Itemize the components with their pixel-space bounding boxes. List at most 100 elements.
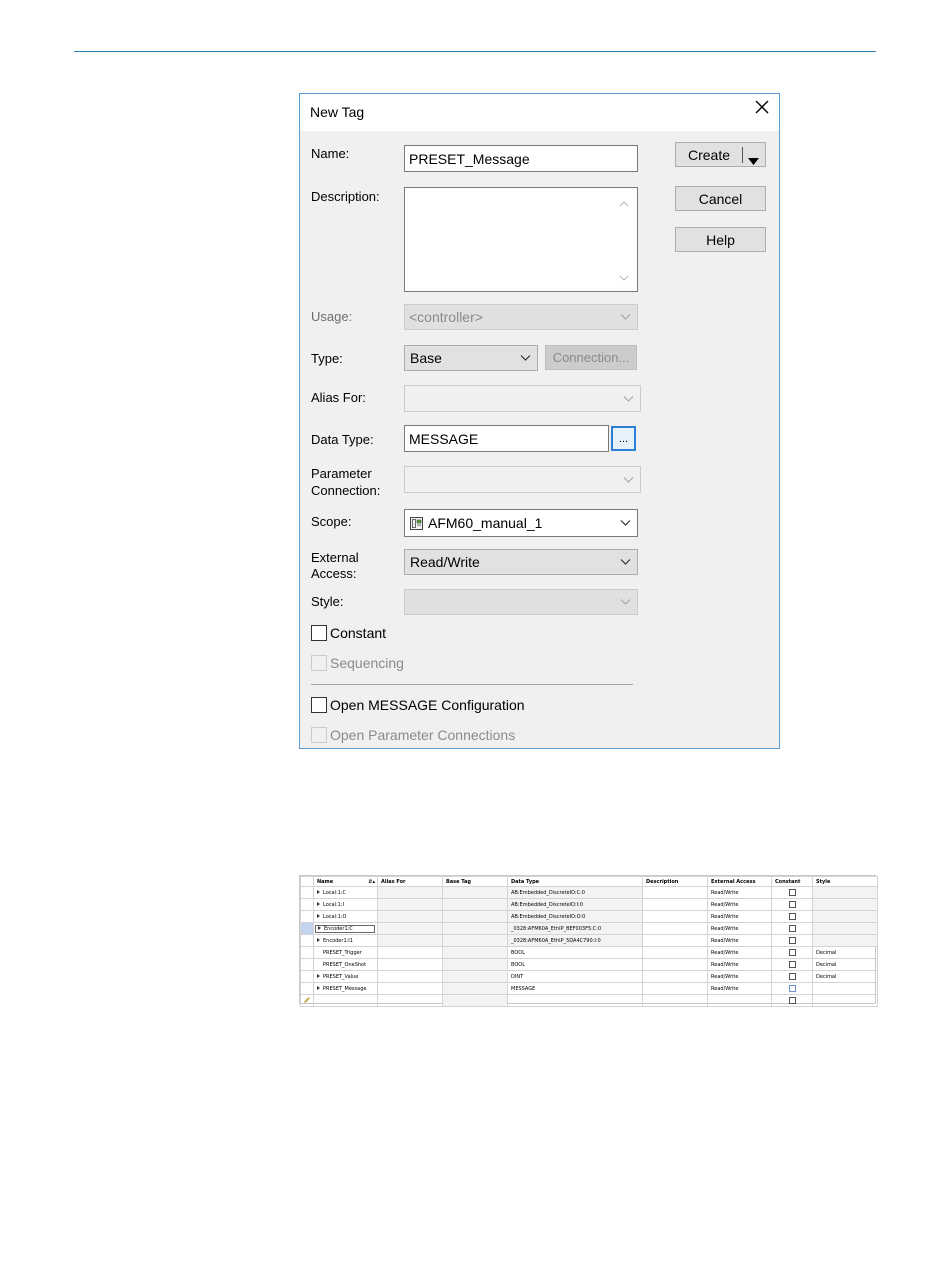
open-param-checkbox-box[interactable] bbox=[311, 727, 327, 743]
cell-data-type[interactable]: AB:Embedded_DiscreteIO:O:0 bbox=[507, 910, 643, 923]
cell-external-access[interactable]: Read/Write bbox=[707, 970, 772, 983]
table-row[interactable]: Encoder1:C _0328:AFM60A_EthIP_BEF003F5:C:… bbox=[300, 922, 878, 935]
cell-constant[interactable] bbox=[771, 934, 813, 947]
cell-name[interactable]: PRESET_Message bbox=[313, 982, 378, 995]
table-row[interactable]: Local:1:O AB:Embedded_DiscreteIO:O:0 Read/… bbox=[300, 910, 878, 923]
column-header-constant[interactable]: Constant bbox=[771, 876, 813, 887]
cancel-button[interactable]: Cancel bbox=[675, 186, 766, 211]
cell-base-tag[interactable] bbox=[442, 934, 508, 947]
scroll-down-icon[interactable] bbox=[619, 269, 629, 285]
cell-style[interactable]: Decimal bbox=[812, 946, 878, 959]
cell-data-type[interactable]: MESSAGE bbox=[507, 982, 643, 995]
cell-name[interactable]: Local:1:I bbox=[313, 898, 378, 911]
expand-arrow-icon[interactable] bbox=[317, 974, 320, 978]
cell-constant[interactable] bbox=[771, 910, 813, 923]
cell-description[interactable] bbox=[642, 934, 708, 947]
column-header-base-tag[interactable]: Base Tag bbox=[442, 876, 508, 887]
cell-base-tag[interactable] bbox=[442, 970, 508, 983]
usage-select[interactable]: <controller> bbox=[404, 304, 638, 330]
row-selector[interactable] bbox=[300, 982, 314, 995]
constant-checkbox[interactable] bbox=[789, 901, 796, 908]
data-type-browse-button[interactable]: ... bbox=[611, 426, 636, 451]
cell-name[interactable]: PRESET_Value bbox=[313, 970, 378, 983]
cell-style[interactable] bbox=[812, 886, 878, 899]
expand-arrow-icon[interactable] bbox=[317, 914, 320, 918]
table-row[interactable]: Encoder1:I1 _0328:AFM60A_EthIP_5DA4C790:I… bbox=[300, 934, 878, 947]
cell-alias-for[interactable] bbox=[377, 946, 443, 959]
constant-checkbox[interactable] bbox=[789, 997, 796, 1004]
expand-arrow-icon[interactable] bbox=[317, 902, 320, 906]
cell-name[interactable]: Encoder1:C bbox=[313, 922, 378, 935]
constant-checkbox[interactable] bbox=[789, 889, 796, 896]
new-row-marker[interactable] bbox=[300, 994, 314, 1007]
cell-description[interactable] bbox=[642, 970, 708, 983]
new-row-cell[interactable] bbox=[642, 994, 708, 1007]
cell-alias-for[interactable] bbox=[377, 982, 443, 995]
sort-icon[interactable]: ⇵▴ bbox=[368, 879, 375, 885]
cell-external-access[interactable]: Read/Write bbox=[707, 946, 772, 959]
cell-description[interactable] bbox=[642, 982, 708, 995]
cell-name[interactable]: Local:1:O bbox=[313, 910, 378, 923]
cell-data-type[interactable]: AB:Embedded_DiscreteIO:I:0 bbox=[507, 898, 643, 911]
name-input[interactable]: PRESET_Message bbox=[404, 145, 638, 172]
row-selector[interactable] bbox=[300, 922, 314, 935]
new-row-cell[interactable] bbox=[707, 994, 772, 1007]
table-row[interactable]: PRESET_Value DINT Read/Write Decimal bbox=[300, 970, 878, 983]
cell-external-access[interactable]: Read/Write bbox=[707, 922, 772, 935]
constant-checkbox[interactable]: Constant bbox=[311, 625, 386, 641]
cell-constant[interactable] bbox=[771, 898, 813, 911]
table-row[interactable]: PRESET_Message MESSAGE Read/Write bbox=[300, 982, 878, 995]
cell-constant[interactable] bbox=[771, 886, 813, 899]
cell-alias-for[interactable] bbox=[377, 910, 443, 923]
cell-alias-for[interactable] bbox=[377, 934, 443, 947]
table-row[interactable]: PRESET_OneShot BOOL Read/Write Decimal bbox=[300, 958, 878, 971]
cell-alias-for[interactable] bbox=[377, 886, 443, 899]
expand-arrow-icon[interactable] bbox=[318, 926, 321, 930]
constant-checkbox[interactable] bbox=[789, 913, 796, 920]
cell-data-type[interactable]: AB:Embedded_DiscreteIO:C:0 bbox=[507, 886, 643, 899]
constant-checkbox[interactable] bbox=[789, 937, 796, 944]
data-type-input[interactable]: MESSAGE bbox=[404, 425, 609, 452]
cell-constant[interactable] bbox=[771, 970, 813, 983]
new-row-cell[interactable] bbox=[313, 994, 378, 1007]
column-header-name[interactable]: Name ⇵▴ bbox=[313, 876, 378, 887]
column-header-style[interactable]: Style bbox=[812, 876, 878, 887]
cell-name[interactable]: Local:1:C bbox=[313, 886, 378, 899]
cell-base-tag[interactable] bbox=[442, 958, 508, 971]
connection-button[interactable]: Connection... bbox=[545, 345, 637, 370]
column-header-alias-for[interactable]: Alias For bbox=[377, 876, 443, 887]
row-selector[interactable] bbox=[300, 886, 314, 899]
column-header-data-type[interactable]: Data Type bbox=[507, 876, 643, 887]
cell-external-access[interactable]: Read/Write bbox=[707, 910, 772, 923]
sequencing-checkbox-box[interactable] bbox=[311, 655, 327, 671]
parameter-connection-select[interactable] bbox=[404, 466, 641, 493]
style-select[interactable] bbox=[404, 589, 638, 615]
cell-external-access[interactable]: Read/Write bbox=[707, 982, 772, 995]
cell-description[interactable] bbox=[642, 886, 708, 899]
scope-select[interactable]: AFM60_manual_1 bbox=[404, 509, 638, 537]
cell-style[interactable]: Decimal bbox=[812, 970, 878, 983]
cell-name[interactable]: Encoder1:I1 bbox=[313, 934, 378, 947]
cell-style[interactable] bbox=[812, 922, 878, 935]
type-select[interactable]: Base bbox=[404, 345, 538, 371]
cell-base-tag[interactable] bbox=[442, 982, 508, 995]
expand-arrow-icon[interactable] bbox=[317, 890, 320, 894]
cell-description[interactable] bbox=[642, 946, 708, 959]
alias-for-select[interactable] bbox=[404, 385, 641, 412]
cell-name[interactable]: PRESET_Trigger bbox=[313, 946, 378, 959]
cell-base-tag[interactable] bbox=[442, 922, 508, 935]
cell-name[interactable]: PRESET_OneShot bbox=[313, 958, 378, 971]
row-selector[interactable] bbox=[300, 958, 314, 971]
row-selector[interactable] bbox=[300, 898, 314, 911]
cell-base-tag[interactable] bbox=[442, 886, 508, 899]
cell-base-tag[interactable] bbox=[442, 898, 508, 911]
column-header-description[interactable]: Description bbox=[642, 876, 708, 887]
constant-checkbox[interactable] bbox=[789, 949, 796, 956]
cell-description[interactable] bbox=[642, 910, 708, 923]
table-row[interactable]: PRESET_Trigger BOOL Read/Write Decimal bbox=[300, 946, 878, 959]
cell-external-access[interactable]: Read/Write bbox=[707, 886, 772, 899]
cell-constant[interactable] bbox=[771, 958, 813, 971]
cell-description[interactable] bbox=[642, 898, 708, 911]
cell-description[interactable] bbox=[642, 958, 708, 971]
cell-alias-for[interactable] bbox=[377, 958, 443, 971]
